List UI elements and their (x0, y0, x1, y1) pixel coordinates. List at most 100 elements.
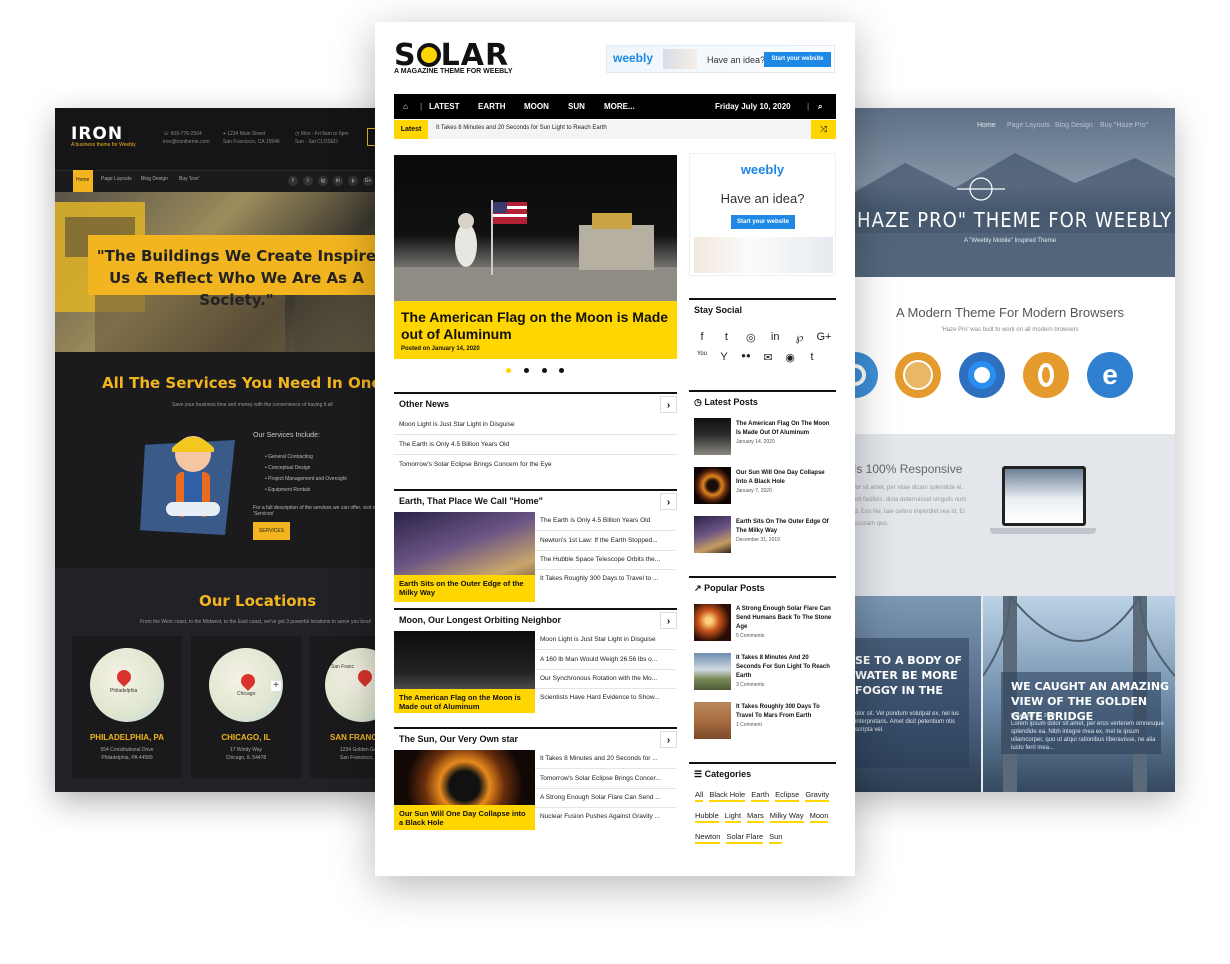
haze-nav-blog-design[interactable]: Blog Design (1055, 122, 1093, 129)
map-philadelphia[interactable]: Philadelphia (90, 648, 164, 722)
nav-more[interactable]: MORE... (604, 102, 635, 111)
chevron-right-icon[interactable]: › (660, 493, 677, 510)
featured-slide-title[interactable]: The American Flag on the Moon is Made ou… (401, 309, 670, 343)
facebook-icon[interactable]: f (693, 331, 711, 344)
chevron-right-icon[interactable]: › (660, 396, 677, 413)
google-plus-icon[interactable]: G+ (815, 331, 833, 344)
location-card-san-francisco[interactable]: San Franc SAN FRANCIS 1234 Golden Gat San… (310, 636, 385, 778)
post-thumbnail[interactable] (694, 702, 731, 739)
post-title[interactable]: Earth Sits On The Outer Edge Of The Milk… (736, 518, 831, 536)
post-thumbnail[interactable] (694, 653, 731, 690)
list-item[interactable]: Tomorrow's Solar Eclipse Brings Concer..… (535, 770, 676, 789)
zoom-plus-icon[interactable]: + (271, 681, 281, 691)
iron-nav-home[interactable]: Home (73, 170, 93, 192)
map-chicago[interactable]: Chicago + (209, 648, 283, 722)
category-tag[interactable]: Hubble (695, 811, 719, 823)
ad-cta-button[interactable]: Start your website (764, 52, 831, 67)
haze-nav-page-layouts[interactable]: Page Layouts (1007, 122, 1050, 129)
earth-feature-title[interactable]: Earth Sits on the Outer Edge of the Milk… (394, 575, 535, 602)
post-thumbnail[interactable] (694, 418, 731, 455)
rss-icon[interactable]: ◉ (781, 351, 799, 364)
tumblr-icon[interactable]: t (803, 351, 821, 364)
nav-latest[interactable]: LATEST (429, 102, 460, 111)
location-card-philadelphia[interactable]: Philadelphia PHILADELPHIA, PA 554 Consti… (72, 636, 182, 778)
post-thumbnail[interactable] (694, 604, 731, 641)
instagram-icon[interactable]: ◎ (742, 331, 760, 344)
list-item[interactable]: It Takes Roughly 300 Days to Travel to .… (535, 570, 676, 589)
category-tag[interactable]: Black Hole (709, 790, 746, 802)
post-thumbnail[interactable] (694, 516, 731, 553)
email-icon[interactable]: ✉ (759, 351, 777, 364)
list-item[interactable]: Nuclear Fusion Pushes Against Gravity ..… (535, 808, 676, 827)
twitter-icon[interactable]: t (303, 176, 313, 186)
sun-feature-image[interactable]: Our Sun Will One Day Collapse into a Bla… (394, 750, 535, 830)
pinterest-icon[interactable]: ℘ (791, 331, 809, 344)
pinterest-icon[interactable]: p (348, 176, 358, 186)
home-icon[interactable]: ⌂ (403, 102, 408, 111)
iron-nav-page-layouts[interactable]: Page Layouts (101, 176, 132, 182)
shuffle-icon[interactable]: ⤨ (811, 120, 836, 139)
list-item[interactable]: The Hubble Space Telescope Orbits the... (535, 551, 676, 570)
featured-slide-caption[interactable]: The American Flag on the Moon is Made ou… (394, 301, 677, 359)
slider-dot-1[interactable] (506, 368, 511, 373)
list-item[interactable]: Our Synchronous Rotation with the Mo... (535, 670, 676, 689)
iron-logo[interactable]: IRON (71, 124, 123, 144)
category-tag[interactable]: Moon (809, 811, 829, 823)
list-item[interactable]: The Earth is Only 4.5 Billion Years Old (535, 512, 676, 531)
iron-nav-buy[interactable]: Buy 'Iron' (179, 176, 200, 182)
haze-photo1-title[interactable]: SE TO A BODY OF WATER BE MORE FOGGY IN T… (855, 653, 965, 698)
sun-feature-title[interactable]: Our Sun Will One Day Collapse into a Bla… (394, 805, 535, 830)
ad-cta-button[interactable]: Start your website (731, 215, 795, 229)
list-item[interactable]: It Takes 8 Minutes and 20 Seconds for ..… (535, 750, 676, 769)
category-tag[interactable]: Earth (751, 790, 770, 802)
yelp-icon[interactable]: Y (715, 351, 733, 364)
category-tag[interactable]: Solar Flare (726, 832, 764, 844)
weebly-sidebar-ad[interactable]: weebly Have an idea? Start your website (689, 153, 836, 276)
twitter-icon[interactable]: t (717, 331, 735, 344)
latest-ticker-text[interactable]: It Takes 8 Minutes and 20 Seconds for Su… (436, 125, 607, 131)
post-thumbnail[interactable] (694, 467, 731, 504)
weebly-banner-ad[interactable]: weebly Have an idea? Start your website (606, 45, 835, 73)
category-tag[interactable]: Eclipse (775, 790, 800, 802)
facebook-icon[interactable]: f (288, 176, 298, 186)
post-title[interactable]: A Strong Enough Solar Flare Can Send Hum… (736, 605, 833, 632)
iron-services-button[interactable]: SERVICES (253, 522, 290, 540)
slider-dot-2[interactable] (524, 368, 529, 373)
haze-nav-home[interactable]: Home (977, 122, 996, 129)
list-item[interactable]: Moon Light is Just Star Light in Disguis… (394, 415, 677, 435)
location-card-chicago[interactable]: Chicago + CHICAGO, IL 17 Windy Way Chicag… (191, 636, 301, 778)
earth-feature-image[interactable]: Earth Sits on the Outer Edge of the Milk… (394, 512, 535, 602)
nav-earth[interactable]: EARTH (478, 102, 506, 111)
category-tag[interactable]: Sun (769, 832, 783, 844)
moon-feature-title[interactable]: The American Flag on the Moon is Made ou… (394, 689, 535, 713)
search-icon[interactable]: ⌕ (818, 102, 822, 112)
linkedin-icon[interactable]: in (333, 176, 343, 186)
post-title[interactable]: The American Flag On The Moon Is Made Ou… (736, 420, 831, 438)
category-tag[interactable]: Mars (747, 811, 764, 823)
list-item[interactable]: A Strong Enough Solar Flare Can Send ... (535, 789, 676, 808)
moon-feature-image[interactable]: The American Flag on the Moon is Made ou… (394, 631, 535, 713)
category-tag[interactable]: All (695, 790, 704, 802)
post-title[interactable]: It Takes 8 Minutes And 20 Seconds For Su… (736, 654, 833, 681)
list-item[interactable]: The Earth is Only 4.5 Billion Years Old (394, 435, 677, 455)
category-tag[interactable]: Newton (695, 832, 721, 844)
list-item[interactable]: Scientists Have Hard Evidence to Show... (535, 689, 676, 708)
list-item[interactable]: A 160 lb Man Would Weigh 26.56 lbs o... (535, 651, 676, 670)
category-tag[interactable]: Gravity (805, 790, 830, 802)
iron-nav-blog-design[interactable]: Blog Design (141, 176, 168, 182)
featured-slider-image[interactable] (394, 155, 677, 301)
post-title[interactable]: Our Sun Will One Day Collapse Into A Bla… (736, 469, 831, 487)
slider-dot-3[interactable] (542, 368, 547, 373)
haze-nav-buy[interactable]: Buy "Haze Pro" (1100, 122, 1148, 129)
instagram-icon[interactable]: ig (318, 176, 328, 186)
category-tag[interactable]: Milky Way (769, 811, 804, 823)
post-title[interactable]: It Takes Roughly 300 Days To Travel To M… (736, 703, 833, 721)
list-item[interactable]: Tomorrow's Solar Eclipse Brings Concern … (394, 455, 677, 475)
chevron-right-icon[interactable]: › (660, 612, 677, 629)
youtube-icon[interactable]: You (693, 351, 711, 364)
nav-moon[interactable]: MOON (524, 102, 549, 111)
linkedin-icon[interactable]: in (766, 331, 784, 344)
chevron-right-icon[interactable]: › (660, 731, 677, 748)
flickr-icon[interactable]: ●● (737, 351, 755, 364)
list-item[interactable]: Newton's 1st Law: If the Earth Stopped..… (535, 532, 676, 551)
